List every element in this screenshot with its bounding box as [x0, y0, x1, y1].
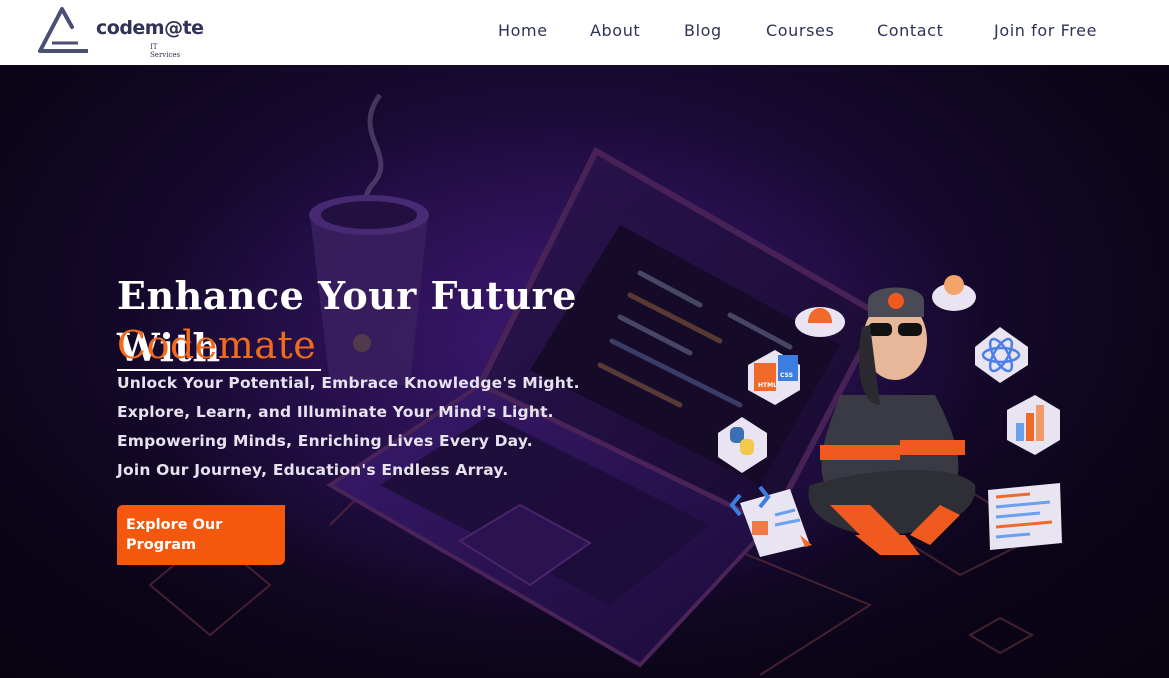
bar-chart-icon — [1007, 395, 1060, 455]
tagline-line: Unlock Your Potential, Embrace Knowledge… — [117, 374, 580, 392]
hero-section: HTML CSS Enhance Your Future With Codema… — [0, 65, 1169, 678]
nav-contact[interactable]: Contact — [877, 21, 943, 40]
triangle-logo-icon — [38, 7, 88, 53]
code-document-icon — [988, 483, 1062, 550]
bell-icon — [795, 307, 845, 337]
tagline-line: Empowering Minds, Enriching Lives Every … — [117, 432, 533, 450]
nav-courses[interactable]: Courses — [766, 21, 834, 40]
html-badge-label: HTML — [758, 382, 777, 389]
nav-about[interactable]: About — [590, 21, 640, 40]
nav-blog[interactable]: Blog — [684, 21, 722, 40]
hero-title-accent: Codemate — [117, 323, 317, 367]
nav-join-for-free[interactable]: Join for Free — [994, 21, 1097, 40]
brand-name: codem@te — [96, 17, 204, 39]
brand-subtitle: IT Services — [150, 43, 181, 59]
explore-program-button[interactable]: Explore Our Program — [117, 505, 285, 565]
nav-home[interactable]: Home — [498, 21, 548, 40]
site-header: codem@te IT Services Home About Blog Cou… — [0, 0, 1169, 65]
tagline-line: Join Our Journey, Education's Endless Ar… — [117, 461, 509, 479]
tagline-line: Explore, Learn, and Illuminate Your Mind… — [117, 403, 554, 421]
css-badge-label: CSS — [780, 372, 793, 379]
accent-underline — [117, 369, 321, 371]
brand-logo[interactable]: codem@te IT Services — [38, 5, 204, 59]
